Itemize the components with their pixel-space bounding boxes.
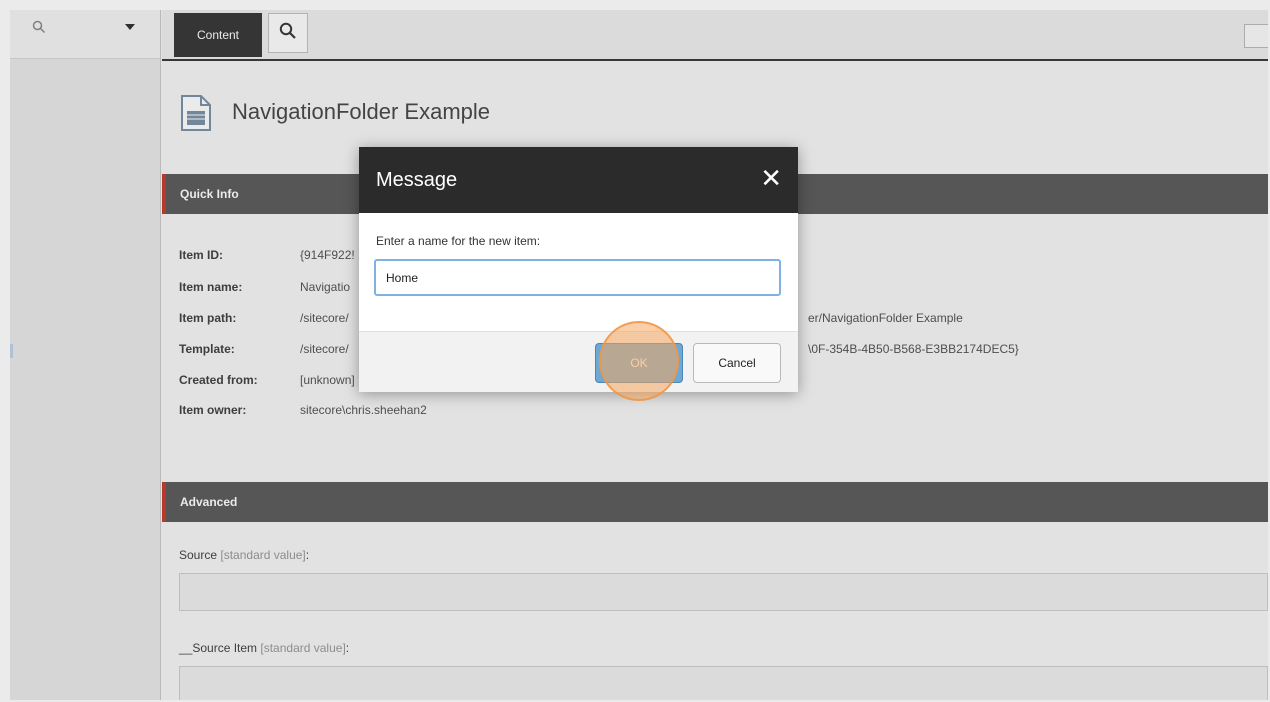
dialog-header: Message ✕: [359, 147, 798, 213]
dialog-prompt: Enter a name for the new item:: [376, 234, 541, 248]
message-dialog: Message ✕ Enter a name for the new item:…: [359, 147, 798, 401]
dialog-body: Enter a name for the new item:: [359, 213, 798, 331]
ok-button[interactable]: OK: [595, 343, 683, 383]
close-icon[interactable]: ✕: [760, 165, 782, 191]
dialog-footer: OK Cancel: [359, 321, 798, 401]
dialog-title: Message: [376, 169, 458, 191]
new-item-name-input[interactable]: [374, 259, 781, 296]
cancel-button[interactable]: Cancel: [693, 343, 781, 383]
